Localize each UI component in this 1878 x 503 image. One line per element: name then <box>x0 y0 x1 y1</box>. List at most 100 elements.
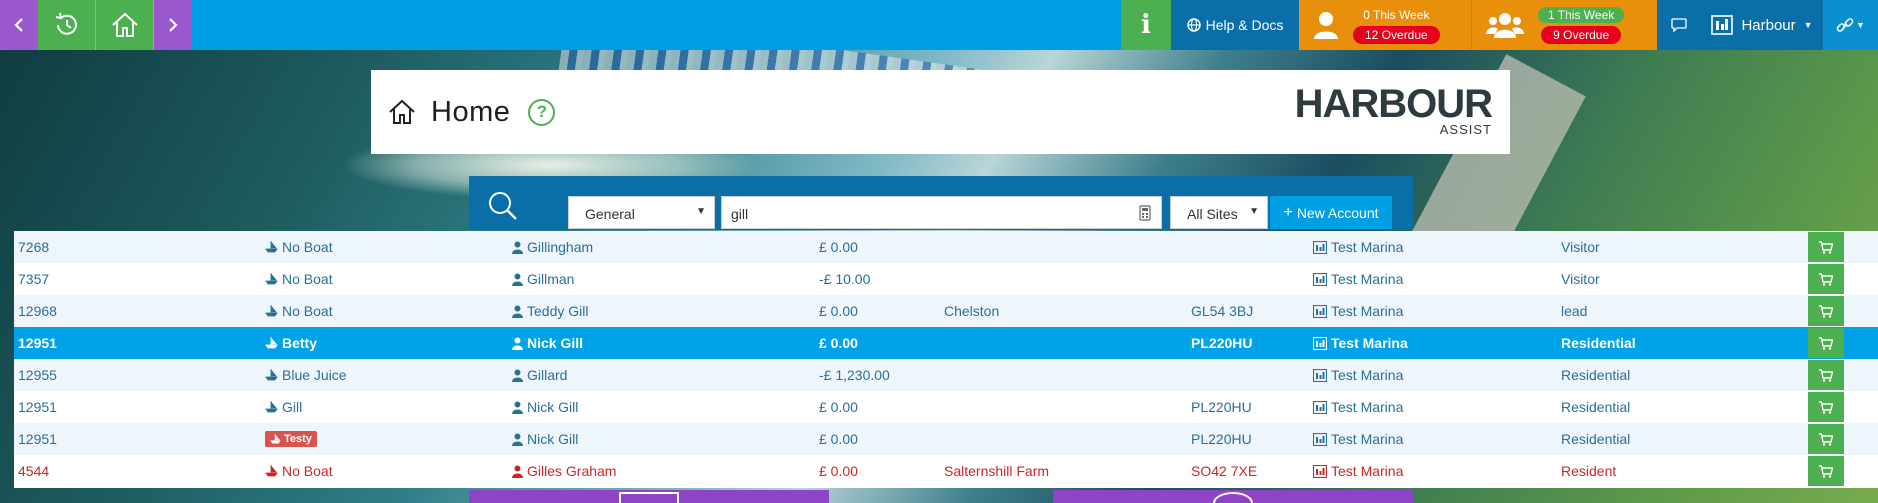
back-button[interactable] <box>0 0 38 50</box>
dashboard-tile[interactable] <box>1053 490 1413 503</box>
history-button[interactable] <box>38 0 96 50</box>
cart-icon <box>1819 464 1833 478</box>
page-title: Home <box>431 95 511 128</box>
cart-button[interactable] <box>1808 296 1844 326</box>
home-button[interactable] <box>96 0 154 50</box>
cart-button[interactable] <box>1808 424 1844 454</box>
search-input[interactable]: gill <box>721 196 1162 229</box>
account-type: Residential <box>1561 399 1631 415</box>
result-row[interactable]: 12951 Testy Nick Gill £ 0.00 PL220HU Test Mar… <box>14 423 1878 455</box>
harbour-building-icon <box>1313 272 1327 286</box>
team-tasks-overdue-badge: 9 Overdue <box>1541 25 1622 44</box>
account-type: Residential <box>1561 335 1636 351</box>
address-town: Chelston <box>944 303 1000 319</box>
account-id: 12955 <box>18 367 57 383</box>
harbour-building-icon <box>1313 400 1327 414</box>
chevron-left-icon <box>14 18 23 32</box>
person-icon <box>512 305 523 318</box>
result-row[interactable]: 7268 No Boat Gillingham £ 0.00 Test Marina Vi… <box>14 231 1878 263</box>
result-row[interactable]: 4544 No Boat Gilles Graham £ 0.00 Salternshi… <box>14 455 1878 487</box>
postcode: PL220HU <box>1191 399 1252 415</box>
contact-name: Teddy Gill <box>512 303 588 319</box>
new-account-button[interactable]: + New Account <box>1270 196 1392 229</box>
contact-name: Nick Gill <box>512 399 578 415</box>
team-tasks-this-week: 1 This Week <box>1538 6 1625 23</box>
site-name: Test Marina <box>1313 271 1403 287</box>
account-type: Residential <box>1561 367 1631 383</box>
my-tasks-button[interactable]: 0 This Week 12 Overdue <box>1299 0 1471 50</box>
info-icon: i <box>1141 10 1151 40</box>
search-results-list: 7268 No Boat Gillingham £ 0.00 Test Marina Vi… <box>14 231 1878 488</box>
site-name: Test Marina <box>1313 367 1403 383</box>
postcode: GL54 3BJ <box>1191 303 1254 319</box>
messages-button[interactable] <box>1657 0 1701 50</box>
account-id: 4544 <box>18 463 50 479</box>
result-row[interactable]: 12951 Gill Nick Gill £ 0.00 PL220HU Test Mari… <box>14 391 1878 423</box>
grid-icon <box>619 492 679 503</box>
circle-icon <box>1213 492 1253 503</box>
contact-name: Gillard <box>512 367 567 383</box>
forward-button[interactable] <box>154 0 192 50</box>
users-icon <box>1486 13 1524 38</box>
boat-name: No Boat <box>265 271 333 287</box>
harbour-dropdown[interactable]: Harbour ▼ <box>1701 0 1823 50</box>
boat-icon <box>265 305 278 317</box>
user-icon <box>1314 12 1338 39</box>
person-icon <box>512 337 523 350</box>
person-icon <box>512 433 523 446</box>
search-category-select[interactable]: General ▼ <box>568 196 715 229</box>
cart-icon <box>1819 368 1833 382</box>
account-id: 12951 <box>18 431 57 447</box>
page-header: Home ? HARBOUR ASSIST <box>371 70 1510 154</box>
account-balance: £ 0.00 <box>819 431 858 447</box>
calculator-icon[interactable] <box>1139 205 1151 221</box>
cart-icon <box>1819 432 1833 446</box>
dashboard-tile[interactable] <box>469 490 829 503</box>
contact-name: Gillman <box>512 271 574 287</box>
account-balance: £ 0.00 <box>819 239 858 255</box>
harbour-building-icon <box>1313 304 1327 318</box>
cart-button[interactable] <box>1808 360 1844 390</box>
caret-down-icon: ▼ <box>1803 20 1813 30</box>
account-balance: -£ 1,230.00 <box>819 367 890 383</box>
links-dropdown[interactable]: ▼ <box>1823 0 1878 50</box>
help-circle-icon[interactable]: ? <box>528 98 556 126</box>
cart-button[interactable] <box>1808 232 1844 262</box>
tasks-this-week: 0 This Week <box>1363 7 1430 22</box>
boat-name: Testy <box>265 431 317 447</box>
caret-down-icon: ▼ <box>1249 206 1259 217</box>
harbour-building-icon <box>1711 15 1734 35</box>
cart-icon <box>1819 240 1833 254</box>
contact-name: Nick Gill <box>512 335 583 351</box>
cart-button[interactable] <box>1808 328 1844 358</box>
result-row[interactable]: 12968 No Boat Teddy Gill £ 0.00 Chelston GL54… <box>14 295 1878 327</box>
cart-button[interactable] <box>1808 264 1844 294</box>
cart-button[interactable] <box>1808 392 1844 422</box>
search-query: gill <box>731 206 749 222</box>
account-id: 7357 <box>18 271 50 287</box>
result-row[interactable]: 12951 Betty Nick Gill £ 0.00 PL220HU Test Mar… <box>14 327 1878 359</box>
top-navbar: i Help & Docs 0 This Week 12 Overdue 1 T… <box>0 0 1878 50</box>
info-button[interactable]: i <box>1121 0 1171 50</box>
cart-button[interactable] <box>1808 456 1844 486</box>
account-id: 12951 <box>18 399 57 415</box>
sites-select[interactable]: All Sites ▼ <box>1170 196 1268 229</box>
result-row[interactable]: 12955 Blue Juice Gillard -£ 1,230.00 Test Ma… <box>14 359 1878 391</box>
boat-icon <box>265 465 278 477</box>
account-id: 12951 <box>18 335 57 351</box>
site-name: Test Marina <box>1313 335 1408 351</box>
boat-icon <box>265 401 278 413</box>
account-balance: £ 0.00 <box>819 399 858 415</box>
account-type: Residential <box>1561 431 1631 447</box>
result-row[interactable]: 7357 No Boat Gillman -£ 10.00 Test Marina Vis… <box>14 263 1878 295</box>
search-category-value: General <box>585 206 635 222</box>
help-docs-button[interactable]: Help & Docs <box>1171 0 1299 50</box>
new-account-label: New Account <box>1296 204 1379 221</box>
team-tasks-button[interactable]: 1 This Week 9 Overdue <box>1471 0 1657 50</box>
sites-value: All Sites <box>1187 206 1238 222</box>
harbour-building-icon <box>1313 368 1327 382</box>
search-icon[interactable] <box>487 190 519 222</box>
home-outline-icon <box>389 99 415 124</box>
account-type: Visitor <box>1561 239 1600 255</box>
harbour-building-icon <box>1313 240 1327 254</box>
